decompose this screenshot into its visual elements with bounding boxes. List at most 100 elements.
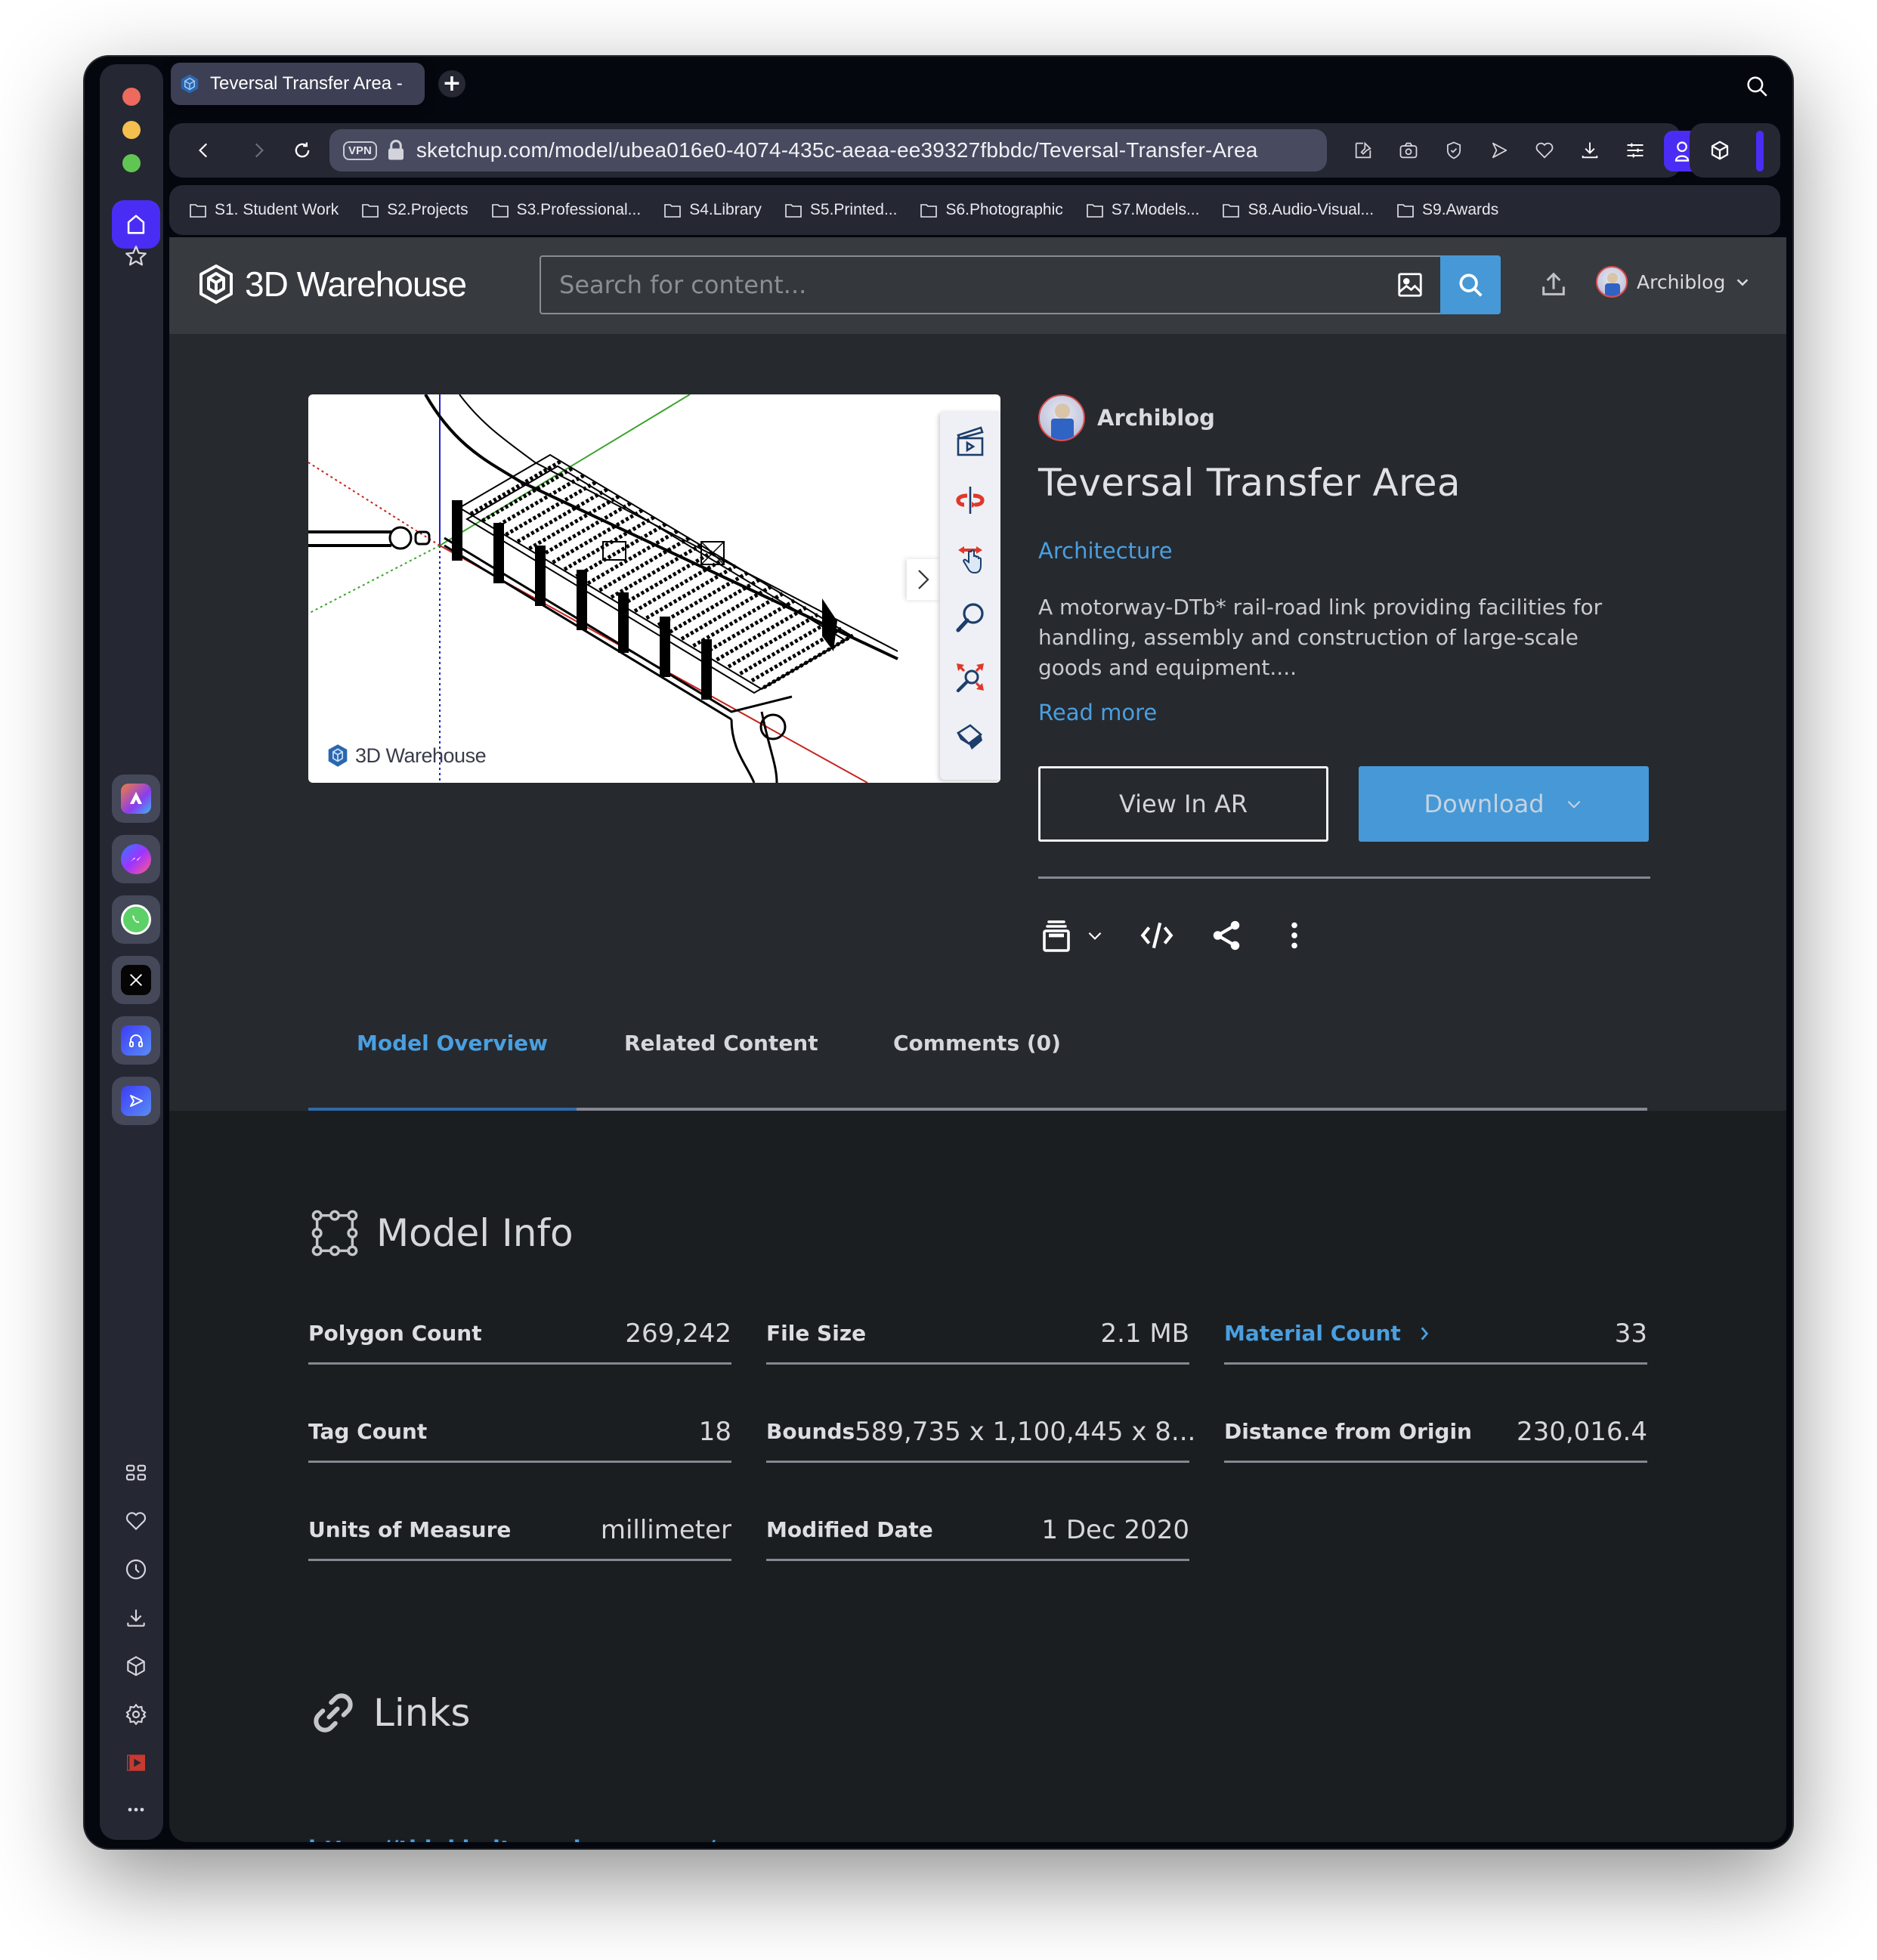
bookmark-folder[interactable]: S2.Projects	[361, 201, 468, 219]
category-link[interactable]: Architecture	[1038, 538, 1173, 564]
download-tray-icon	[1582, 142, 1598, 159]
bookmark-label: S1. Student Work	[215, 201, 339, 218]
sidebar-music-app[interactable]	[112, 1016, 160, 1065]
chevron-right-icon	[918, 570, 929, 589]
lock-icon	[388, 140, 404, 160]
viewer-toolbar-toggle[interactable]	[907, 559, 940, 600]
forward-button[interactable]	[245, 137, 272, 164]
flow-button[interactable]	[1486, 137, 1513, 164]
sidebar-toggle-indicator[interactable]	[1756, 131, 1764, 172]
model-viewer[interactable]: 3D Warehouse	[308, 394, 1000, 783]
bookmark-folder[interactable]: S4.Library	[663, 201, 762, 219]
info-row-material-count[interactable]: Material Count 33	[1224, 1304, 1647, 1365]
url-text[interactable]: sketchup.com/model/ubea016e0-4074-435c-a…	[416, 138, 1258, 162]
cube-outline-icon	[1711, 141, 1729, 160]
view-in-ar-button[interactable]: View In AR	[1038, 766, 1328, 842]
orbit-tool[interactable]	[948, 478, 993, 523]
info-label[interactable]: Material Count	[1224, 1321, 1431, 1346]
search-button[interactable]	[1440, 255, 1501, 314]
bookmark-folder[interactable]: S8.Audio-Visual...	[1222, 201, 1374, 219]
download-label: Download	[1424, 790, 1545, 818]
bookmark-folder[interactable]: S9.Awards	[1396, 201, 1498, 219]
search-icon	[1459, 274, 1483, 297]
more-options-button[interactable]	[1277, 914, 1312, 957]
bookmark-label: S4.Library	[689, 201, 762, 218]
sidebar-speed-dial-button[interactable]	[121, 241, 151, 271]
site-logo[interactable]: 3D Warehouse	[198, 263, 467, 305]
adblock-button[interactable]	[1440, 137, 1467, 164]
x-ray-tool[interactable]	[948, 713, 993, 759]
image-search-button[interactable]	[1380, 257, 1440, 313]
links-heading: Links	[308, 1688, 470, 1738]
tab-model-overview[interactable]: Model Overview	[357, 1031, 548, 1056]
user-name: Archiblog	[1637, 271, 1726, 293]
info-label-text: Units of Measure	[308, 1517, 512, 1542]
easy-setup-button[interactable]	[1622, 137, 1649, 164]
sidebar-history-button[interactable]	[121, 1554, 151, 1584]
share-button[interactable]	[1209, 914, 1244, 957]
bookmark-folder[interactable]: S7.Models...	[1086, 201, 1199, 219]
model-actions	[1038, 914, 1312, 957]
magnifier-icon	[956, 603, 984, 632]
author[interactable]: Archiblog	[1038, 394, 1650, 441]
sidebar-send-app[interactable]	[112, 1077, 160, 1125]
zoom-extents-tool[interactable]	[948, 654, 993, 700]
download-button[interactable]: Download	[1359, 766, 1649, 842]
tab-comments[interactable]: Comments (0)	[893, 1031, 1061, 1056]
roof-rib	[493, 473, 586, 530]
user-menu[interactable]: Archiblog	[1596, 266, 1751, 298]
sidebar-tabs-button[interactable]	[121, 1458, 151, 1488]
sidebar-downloads-button[interactable]	[121, 1603, 151, 1633]
read-more-link[interactable]: Read more	[1038, 700, 1157, 725]
browser-sidebar	[100, 64, 163, 1840]
roof-rib	[716, 605, 809, 662]
info-label-text: Modified Date	[766, 1517, 933, 1542]
reload-button[interactable]	[289, 137, 316, 164]
bookmark-label: S6.Photographic	[945, 201, 1063, 218]
roof-rib	[703, 598, 797, 655]
downloads-button[interactable]	[1576, 137, 1603, 164]
animation-tool[interactable]	[948, 419, 993, 464]
info-value: 269,242	[625, 1318, 731, 1349]
sidebar-extensions-button[interactable]	[121, 1651, 151, 1681]
sidebar-media-button[interactable]	[121, 1748, 151, 1778]
embed-button[interactable]	[1138, 914, 1176, 957]
roof-rib	[739, 619, 832, 675]
actions-divider	[1038, 876, 1650, 879]
snapshot-button[interactable]	[1395, 137, 1422, 164]
add-to-collection-button[interactable]	[1038, 914, 1105, 957]
upload-icon[interactable]	[1538, 269, 1569, 299]
back-button[interactable]	[190, 137, 218, 164]
sidebar-more-button[interactable]	[121, 1795, 151, 1825]
pan-tool[interactable]	[948, 536, 993, 582]
info-label-text: File Size	[766, 1321, 867, 1346]
pin-page-button[interactable]	[1350, 137, 1377, 164]
zoom-tool[interactable]	[948, 595, 993, 641]
aria-icon	[130, 792, 142, 804]
address-bar[interactable]: VPN sketchup.com/model/ubea016e0-4074-43…	[329, 129, 1327, 172]
bookmark-folder[interactable]: S1. Student Work	[189, 201, 339, 219]
sidebar-messenger-app[interactable]	[112, 835, 160, 883]
maximize-window-button[interactable]	[122, 154, 141, 172]
external-link[interactable]: https://thinkbelt.wordpress.com/	[308, 1836, 716, 1842]
info-row-polygon-count: Polygon Count 269,242	[308, 1304, 731, 1365]
sidebar-settings-button[interactable]	[121, 1699, 151, 1730]
bookmark-page-button[interactable]	[1531, 137, 1558, 164]
tab-related-content[interactable]: Related Content	[624, 1031, 818, 1056]
bookmark-folder[interactable]: S3.Professional...	[491, 201, 641, 219]
bookmark-folder[interactable]: S5.Printed...	[784, 201, 897, 219]
minimize-window-button[interactable]	[122, 121, 141, 139]
sidebar-aria-app[interactable]	[112, 774, 160, 823]
search-tabs-icon[interactable]	[1744, 73, 1770, 99]
sidebar-x-app[interactable]	[112, 956, 160, 1004]
sidebar-bookmarks-button[interactable]	[121, 1506, 151, 1536]
workspaces-button[interactable]	[1706, 137, 1733, 164]
browser-tab-active[interactable]: Teversal Transfer Area -	[171, 63, 425, 105]
new-tab-button[interactable]: +	[438, 70, 465, 97]
sidebar-whatsapp-app[interactable]	[112, 895, 160, 944]
vpn-badge[interactable]: VPN	[343, 141, 377, 160]
bookmark-folder[interactable]: S6.Photographic	[920, 201, 1063, 219]
close-window-button[interactable]	[122, 88, 141, 106]
camera-icon	[1399, 142, 1418, 159]
search-input[interactable]	[541, 257, 1380, 313]
